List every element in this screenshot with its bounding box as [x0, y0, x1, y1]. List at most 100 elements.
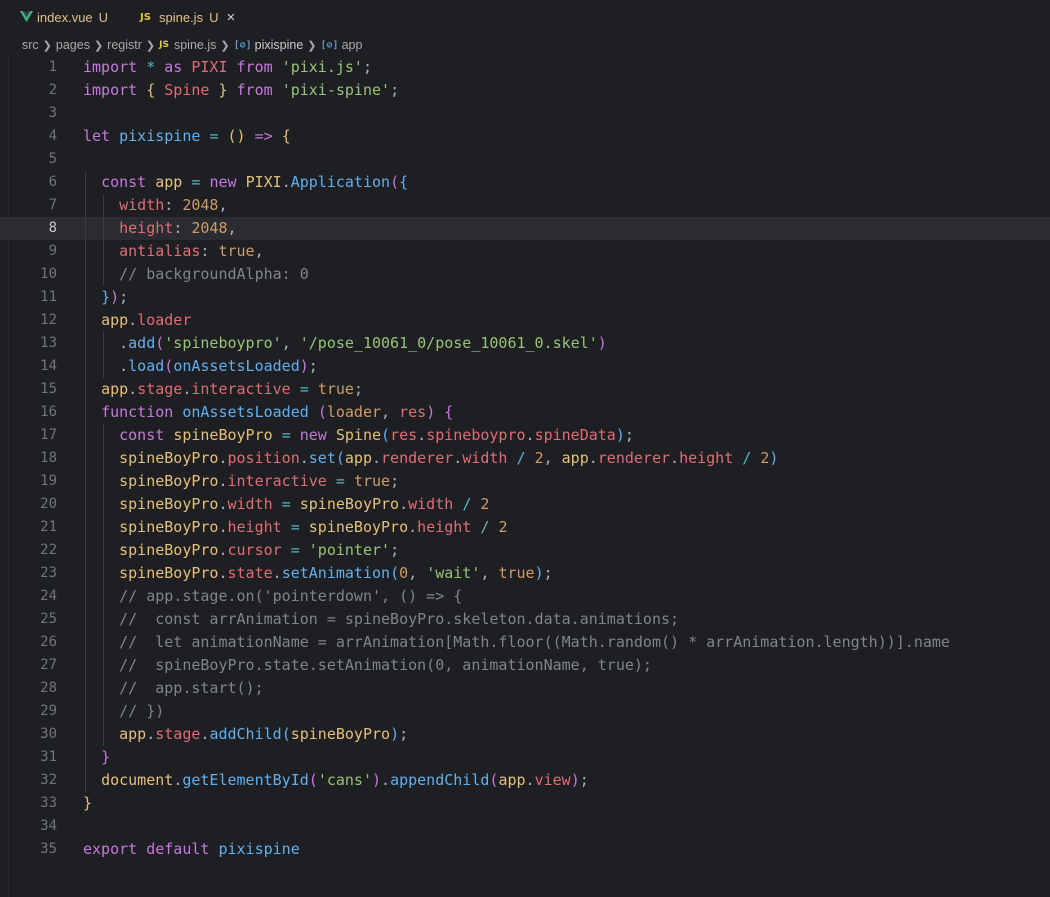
- breadcrumb-item-spine-js[interactable]: spine.js: [174, 38, 216, 52]
- code-line[interactable]: 15 app.stage.interactive = true;: [0, 378, 1050, 401]
- line-number: 31: [40, 749, 57, 765]
- code-line[interactable]: 21 spineBoyPro.height = spineBoyPro.heig…: [0, 516, 1050, 539]
- code-token: =: [290, 541, 300, 559]
- code-line[interactable]: 24 // app.stage.on('pointerdown', () => …: [0, 585, 1050, 608]
- code-line[interactable]: 29 // }): [0, 700, 1050, 723]
- code-line[interactable]: 22 spineBoyPro.cursor = 'pointer';: [0, 539, 1050, 562]
- code-token: ;: [390, 472, 400, 490]
- code-token: ): [570, 771, 580, 789]
- code-line[interactable]: 28 // app.start();: [0, 677, 1050, 700]
- code-line[interactable]: 4 let pixispine = () => {: [0, 125, 1050, 148]
- breadcrumb-item-app[interactable]: app: [342, 38, 363, 52]
- code-token: '/pose_10061_0/pose_10061_0.skel': [299, 334, 598, 352]
- code-token: true: [353, 472, 391, 490]
- code-line[interactable]: 17 const spineBoyPro = new Spine(res.spi…: [0, 424, 1050, 447]
- code-token: onAssetsLoaded: [173, 357, 300, 375]
- tab-status-badge: U: [98, 9, 109, 25]
- code-token: ,: [480, 564, 499, 582]
- code-token: .: [272, 564, 282, 582]
- code-line[interactable]: 34: [0, 815, 1050, 838]
- code-line[interactable]: 5: [0, 148, 1050, 171]
- code-line[interactable]: 6 const app = new PIXI.Application({: [0, 171, 1050, 194]
- code-line[interactable]: 8 height: 2048,: [0, 217, 1050, 240]
- code-line[interactable]: 2 import { Spine } from 'pixi-spine';: [0, 79, 1050, 102]
- code-line[interactable]: 23 spineBoyPro.state.setAnimation(0, 'wa…: [0, 562, 1050, 585]
- breadcrumb-item-pages[interactable]: pages: [56, 38, 90, 52]
- code-token: {: [281, 127, 291, 145]
- code-token: getElementById: [182, 771, 309, 789]
- code-token: ;: [353, 380, 363, 398]
- code-line[interactable]: 20 spineBoyPro.width = spineBoyPro.width…: [0, 493, 1050, 516]
- indent-guide: [103, 424, 105, 447]
- tab-index-vue[interactable]: index.vue U: [0, 0, 119, 34]
- indent-guide: [103, 493, 105, 516]
- code-line[interactable]: 9 antialias: true,: [0, 240, 1050, 263]
- code-token: width: [119, 196, 165, 214]
- code-line[interactable]: 33}: [0, 792, 1050, 815]
- code-token: res: [399, 403, 427, 421]
- code-line[interactable]: 35 export default pixispine: [0, 838, 1050, 861]
- code-line[interactable]: 16 function onAssetsLoaded (loader, res)…: [0, 401, 1050, 424]
- code-line[interactable]: 12 app.loader: [0, 309, 1050, 332]
- code-token: .: [83, 357, 129, 375]
- symbol-variable-icon: [⊘]: [320, 39, 339, 51]
- code-line[interactable]: 3: [0, 102, 1050, 125]
- code-line[interactable]: 1 import * as PIXI from 'pixi.js';: [0, 56, 1050, 79]
- tab-spine-js[interactable]: JS spine.js U ×: [118, 0, 246, 34]
- code-line[interactable]: 13 .add('spineboypro', '/pose_10061_0/po…: [0, 332, 1050, 355]
- code-line[interactable]: 32 document.getElementById('cans').appen…: [0, 769, 1050, 792]
- code-token: Application: [290, 173, 391, 191]
- line-number: 13: [40, 335, 57, 351]
- code-editor[interactable]: 1 import * as PIXI from 'pixi.js'; 2 import…: [0, 56, 1050, 897]
- line-number: 17: [40, 427, 57, 443]
- code-token: app: [155, 173, 183, 191]
- code-token: spineData: [534, 426, 616, 444]
- code-line[interactable]: 30 app.stage.addChild(spineBoyPro);: [0, 723, 1050, 746]
- indent-guide: [103, 355, 105, 378]
- code-line[interactable]: 14 .load(onAssetsLoaded);: [0, 355, 1050, 378]
- breadcrumb-item-src[interactable]: src: [22, 38, 39, 52]
- code-line[interactable]: 7 width: 2048,: [0, 194, 1050, 217]
- line-number: 24: [40, 588, 57, 604]
- code-token: 2048: [182, 196, 219, 214]
- close-icon[interactable]: ×: [226, 10, 235, 25]
- line-number: 18: [40, 450, 57, 466]
- code-token: ): [769, 449, 779, 467]
- code-token: ,: [543, 449, 562, 467]
- code-token: (: [335, 449, 345, 467]
- code-line[interactable]: 27 // spineBoyPro.state.setAnimation(0, …: [0, 654, 1050, 677]
- code-line[interactable]: 26 // let animationName = arrAnimation[M…: [0, 631, 1050, 654]
- indent-guide: [85, 470, 86, 493]
- code-token: .: [408, 518, 418, 536]
- code-line[interactable]: 10 // backgroundAlpha: 0: [0, 263, 1050, 286]
- indent-guide: [85, 240, 86, 263]
- code-token: spineBoyPro: [119, 518, 219, 536]
- code-line[interactable]: 11 });: [0, 286, 1050, 309]
- code-token: stage: [137, 380, 183, 398]
- code-line[interactable]: 25 // const arrAnimation = spineBoyPro.s…: [0, 608, 1050, 631]
- code-line[interactable]: 18 spineBoyPro.position.set(app.renderer…: [0, 447, 1050, 470]
- code-line[interactable]: 19 spineBoyPro.interactive = true;: [0, 470, 1050, 493]
- indent-guide: [103, 263, 105, 286]
- line-number: 35: [40, 841, 57, 857]
- code-token: ): [390, 725, 400, 743]
- breadcrumb-item-pixispine[interactable]: pixispine: [255, 38, 304, 52]
- code-token: {: [399, 173, 409, 191]
- code-token: =: [290, 518, 300, 536]
- breadcrumb-item-registr[interactable]: registr: [107, 38, 142, 52]
- code-line[interactable]: 31 }: [0, 746, 1050, 769]
- code-token: (: [390, 173, 400, 191]
